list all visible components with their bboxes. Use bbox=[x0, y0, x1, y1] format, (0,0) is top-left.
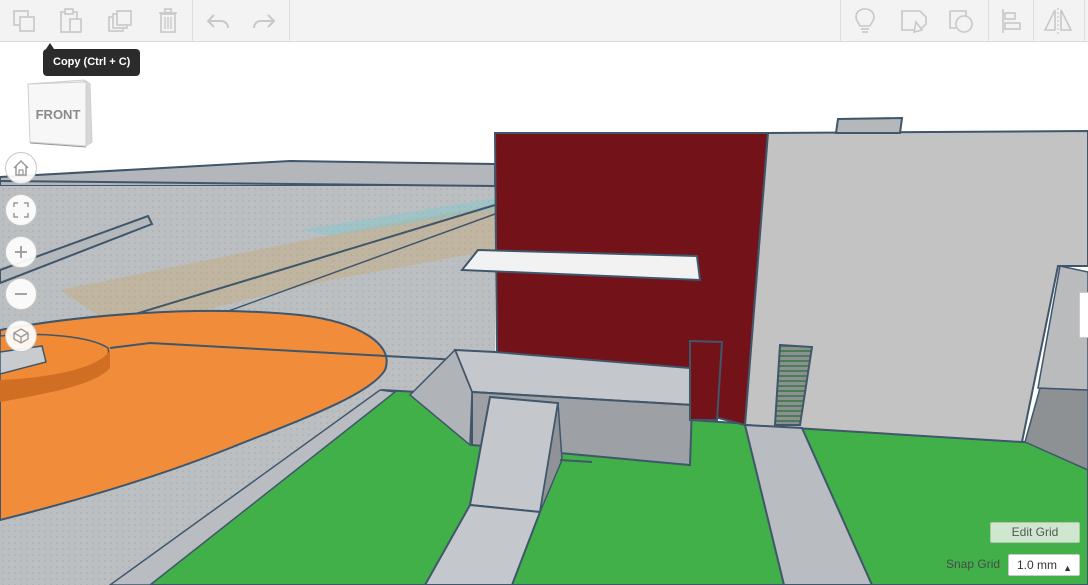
align-icon bbox=[1002, 9, 1021, 33]
projection-toggle-button[interactable] bbox=[5, 320, 37, 352]
notes-button[interactable] bbox=[852, 0, 878, 42]
redo-icon bbox=[253, 14, 276, 29]
edit-grid-button[interactable]: Edit Grid bbox=[990, 522, 1080, 543]
view-cube-label: FRONT bbox=[36, 107, 81, 122]
redo-button[interactable] bbox=[250, 0, 278, 42]
red-door bbox=[689, 339, 724, 421]
mirror-button[interactable] bbox=[1043, 0, 1073, 42]
copy-tooltip: Copy (Ctrl + C) bbox=[43, 43, 141, 76]
toolbar-separator bbox=[1084, 0, 1085, 42]
copy-button[interactable] bbox=[10, 0, 38, 42]
workplane-viewport[interactable] bbox=[0, 0, 1088, 585]
ruler-icon bbox=[949, 10, 973, 33]
fit-view-icon bbox=[13, 202, 29, 218]
toolbar-separator bbox=[840, 0, 841, 42]
copy-icon bbox=[13, 10, 35, 32]
snap-grid-select[interactable]: 1.0 mm ▲ bbox=[1008, 554, 1080, 576]
view-cube[interactable]: FRONT bbox=[22, 76, 96, 150]
toolbar-separator bbox=[1033, 0, 1034, 42]
properties-panel-tab[interactable] bbox=[1079, 292, 1088, 338]
lightbulb-icon bbox=[855, 8, 875, 33]
paste-icon bbox=[60, 8, 82, 33]
paste-button[interactable] bbox=[58, 0, 84, 42]
mirror-icon bbox=[1043, 8, 1073, 34]
roof-box bbox=[834, 116, 904, 134]
home-view-button[interactable] bbox=[5, 152, 37, 184]
caret-up-icon: ▲ bbox=[1063, 563, 1072, 573]
workplane-button[interactable] bbox=[900, 0, 928, 42]
toolbar-separator bbox=[988, 0, 989, 42]
fit-view-button[interactable] bbox=[5, 194, 37, 226]
zoom-in-icon bbox=[15, 246, 27, 258]
toolbar-separator bbox=[289, 0, 290, 42]
zoom-in-button[interactable] bbox=[5, 236, 37, 268]
ruler-button[interactable] bbox=[948, 0, 976, 42]
zoom-out-button[interactable] bbox=[5, 278, 37, 310]
top-toolbar bbox=[0, 0, 1088, 42]
snap-grid-label: Snap Grid bbox=[946, 557, 1001, 571]
undo-button[interactable] bbox=[204, 0, 232, 42]
duplicate-icon bbox=[108, 10, 132, 32]
duplicate-button[interactable] bbox=[106, 0, 134, 42]
delete-button[interactable] bbox=[155, 0, 181, 42]
home-icon bbox=[13, 159, 29, 176]
delete-icon bbox=[159, 8, 177, 33]
workplane-icon bbox=[901, 10, 927, 34]
toolbar-separator bbox=[192, 0, 193, 42]
undo-icon bbox=[206, 14, 229, 29]
align-button[interactable] bbox=[998, 0, 1024, 42]
projection-icon bbox=[13, 328, 29, 344]
zoom-out-icon bbox=[15, 293, 27, 295]
snap-grid-value: 1.0 mm bbox=[1017, 558, 1058, 572]
